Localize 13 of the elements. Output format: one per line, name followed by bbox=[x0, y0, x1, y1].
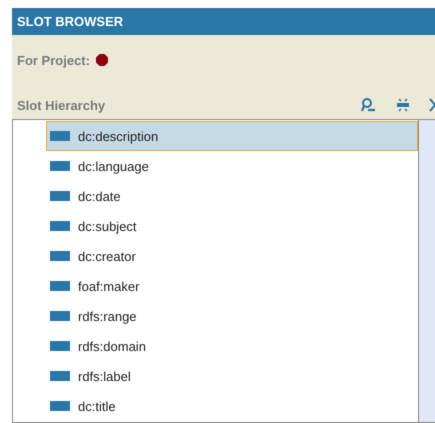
panel-title: SLOT BROWSER bbox=[12, 8, 435, 35]
slot-item[interactable]: dc:creator bbox=[46, 241, 418, 271]
slot-item[interactable]: dc:subject bbox=[46, 211, 418, 241]
slot-item[interactable]: dc:date bbox=[46, 181, 418, 211]
project-label: For Project: bbox=[17, 52, 90, 68]
hierarchy-label: Slot Hierarchy bbox=[17, 98, 106, 112]
slot-item[interactable]: rdfs:domain bbox=[46, 331, 418, 361]
slot-item[interactable]: dc:language bbox=[46, 151, 418, 181]
slot-item[interactable]: rdfs:label bbox=[46, 361, 418, 391]
slot-item[interactable]: foaf:maker bbox=[46, 271, 418, 301]
slot-item[interactable]: dc:title bbox=[46, 391, 418, 421]
slot-item[interactable]: rdfs:range bbox=[46, 301, 418, 331]
slot-item[interactable]: dc:description bbox=[46, 121, 418, 151]
